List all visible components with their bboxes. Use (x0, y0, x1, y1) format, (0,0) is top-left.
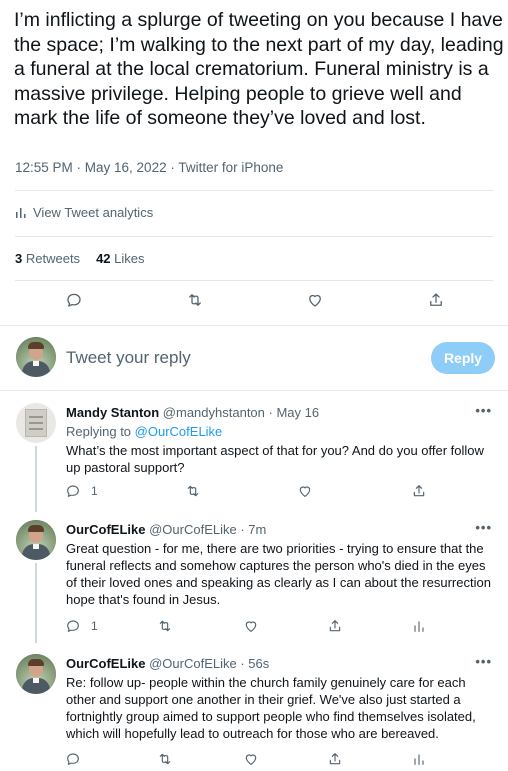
share-action-button[interactable] (327, 751, 343, 767)
reply-time[interactable]: · 56s (240, 656, 269, 671)
like-icon (245, 621, 257, 632)
avatar[interactable] (16, 654, 56, 694)
divider (0, 390, 508, 391)
likes-count: 42 (96, 251, 111, 266)
more-options-icon[interactable]: ••• (475, 403, 492, 418)
likes-label: Likes (114, 251, 145, 266)
author-name[interactable]: Mandy Stanton (66, 405, 159, 420)
reply-count: 1 (91, 484, 98, 498)
tweet-timestamp[interactable]: 12:55 PM · May 16, 2022 · Twitter for iP… (15, 160, 283, 175)
author-name[interactable]: OurCofELike (66, 522, 145, 537)
user-avatar[interactable] (16, 337, 56, 377)
reply-input[interactable]: Tweet your reply (66, 348, 191, 368)
share-action-button[interactable] (327, 618, 343, 634)
like-action-button[interactable] (243, 751, 259, 767)
author-handle[interactable]: @OurCofELike (149, 522, 237, 537)
share-icon (413, 485, 425, 497)
more-options-icon[interactable]: ••• (475, 520, 492, 535)
divider (0, 325, 508, 326)
divider (15, 190, 493, 191)
reply-text: Re: follow up- people within the church … (66, 675, 476, 741)
avatar[interactable] (16, 403, 56, 443)
likes-stat[interactable]: 42 Likes (96, 251, 144, 266)
replying-to-link[interactable]: @OurCofELike (135, 424, 223, 439)
share-icon (430, 293, 442, 306)
tweet-actions (0, 291, 508, 315)
reply-actions: 1 (0, 483, 508, 507)
retweet-icon (189, 294, 201, 306)
retweet-icon (159, 620, 171, 632)
author-handle[interactable]: @OurCofELike (149, 656, 237, 671)
reply-header: OurCofELike @OurCofELike · 7m (66, 522, 266, 537)
reply-action-button[interactable] (65, 751, 81, 767)
like-icon (299, 486, 311, 497)
reply-count: 1 (91, 619, 98, 633)
comment-icon (67, 753, 79, 765)
reply-text: What’s the most important aspect of that… (66, 443, 484, 475)
analytics-action-button[interactable] (411, 751, 427, 767)
author-handle[interactable]: @mandyhstanton (163, 405, 265, 420)
reply-action-button[interactable]: 1 (65, 618, 98, 634)
share-icon (329, 620, 341, 632)
retweets-count: 3 (15, 251, 23, 266)
share-icon (329, 753, 341, 765)
analytics-label: View Tweet analytics (33, 205, 154, 220)
retweet-action-button[interactable] (157, 751, 173, 767)
divider (15, 280, 493, 281)
analytics-icon (414, 754, 424, 765)
reply-text: Great question - for me, there are two p… (66, 541, 491, 607)
reply-action-button[interactable] (65, 291, 83, 309)
reply-header: OurCofELike @OurCofELike · 56s (66, 656, 269, 671)
retweet-action-button[interactable] (185, 483, 201, 499)
reply-actions: 1 (0, 618, 508, 642)
reply-time[interactable]: · 7m (240, 522, 266, 537)
retweets-stat[interactable]: 3 Retweets (15, 251, 80, 266)
reply-action-button[interactable]: 1 (65, 483, 98, 499)
share-action-button[interactable] (411, 483, 427, 499)
replying-prefix: Replying to (66, 424, 132, 439)
replying-to: Replying to @OurCofELike (66, 424, 222, 439)
share-action-button[interactable] (427, 291, 445, 309)
analytics-icon (414, 621, 424, 632)
retweet-action-button[interactable] (186, 291, 204, 309)
reply-header: Mandy Stanton @mandyhstanton · May 16 (66, 405, 319, 420)
divider (15, 236, 493, 237)
like-action-button[interactable] (243, 618, 259, 634)
like-icon (245, 754, 257, 765)
like-action-button[interactable] (306, 291, 324, 309)
retweet-icon (187, 485, 199, 497)
reply-button[interactable]: Reply (431, 342, 495, 374)
comment-icon (67, 620, 79, 632)
like-action-button[interactable] (297, 483, 313, 499)
tweet-stats: 3 Retweets 42 Likes (15, 251, 145, 266)
like-icon (309, 294, 321, 307)
more-options-icon[interactable]: ••• (475, 654, 492, 669)
avatar[interactable] (16, 520, 56, 560)
analytics-icon (16, 207, 26, 218)
reply-time[interactable]: · May 16 (269, 405, 320, 420)
view-analytics-link[interactable]: View Tweet analytics (15, 205, 153, 220)
retweet-icon (159, 753, 171, 765)
comment-icon (67, 485, 79, 497)
retweets-label: Retweets (25, 251, 81, 266)
reply-actions (0, 751, 508, 771)
tweet-text: I’m inflicting a splurge of tweeting on … (14, 9, 504, 129)
analytics-action-button[interactable] (411, 618, 427, 634)
author-name[interactable]: OurCofELike (66, 656, 145, 671)
retweet-action-button[interactable] (157, 618, 173, 634)
comment-icon (67, 293, 81, 307)
